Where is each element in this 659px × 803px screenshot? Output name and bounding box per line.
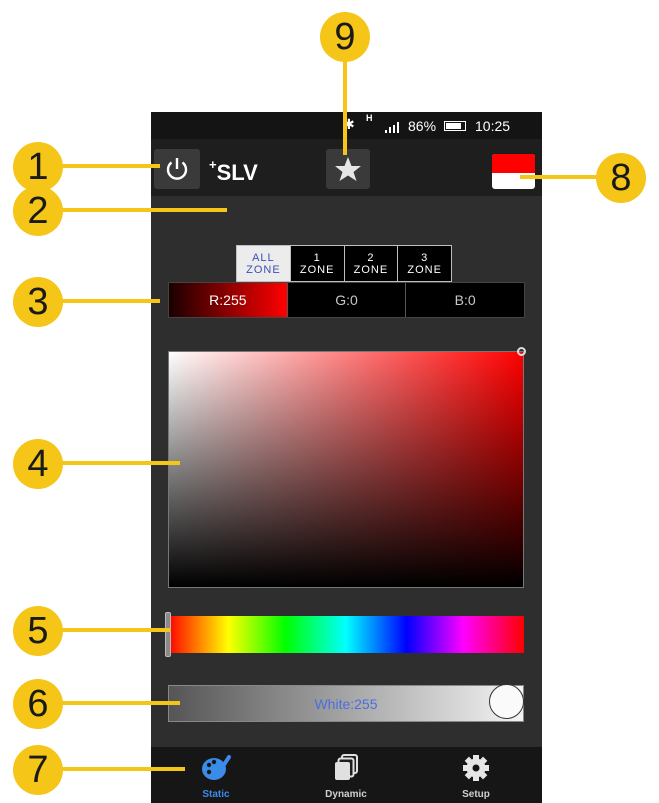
rgb-values: R:255 G:0 B:0 [168, 282, 525, 318]
signal-icon [385, 122, 399, 133]
zone-1-button[interactable]: 1 ZONE [289, 246, 344, 281]
tab-label: Dynamic [325, 789, 367, 800]
callout-7: 7 [13, 745, 63, 795]
power-icon [166, 158, 188, 180]
bottom-tab-bar: Static Dynamic Setup [151, 747, 542, 803]
callout-2: 2 [13, 186, 63, 236]
callout-6: 6 [13, 679, 63, 729]
status-time: 10:25 [475, 118, 511, 134]
hue-slider-handle[interactable] [165, 612, 171, 657]
palette-icon [202, 755, 231, 780]
star-icon [335, 157, 361, 181]
white-value-label: White:255 [314, 696, 378, 712]
tab-label: Static [202, 789, 230, 800]
white-slider[interactable]: White:255 [168, 685, 524, 722]
tab-label: Setup [462, 789, 490, 800]
tab-setup[interactable]: Setup [411, 747, 541, 803]
zone-2-button[interactable]: 2 ZONE [343, 246, 398, 281]
zone-selector: ALL ZONE 1 ZONE 2 ZONE 3 ZONE [236, 245, 452, 282]
callout-8: 8 [596, 153, 646, 203]
zone-3-button[interactable]: 3 ZONE [397, 246, 451, 281]
red-value[interactable]: R:255 [169, 283, 287, 317]
current-color-swatch [492, 154, 535, 174]
layers-icon [335, 754, 358, 780]
picker-handle[interactable] [517, 347, 526, 356]
current-color-preview[interactable] [492, 154, 535, 189]
callout-5: 5 [13, 606, 63, 656]
tab-dynamic[interactable]: Dynamic [281, 747, 411, 803]
favorites-button[interactable] [326, 149, 370, 189]
phone-screen: ✱ H 86% 10:25 +SLV ALL ZONE 1 ZONE 2 ZON… [151, 112, 542, 803]
saturation-brightness-picker[interactable] [168, 351, 524, 588]
hue-slider[interactable] [168, 616, 524, 653]
green-value[interactable]: G:0 [286, 283, 406, 317]
slv-logo: +SLV [209, 157, 258, 185]
callout-1: 1 [13, 142, 63, 192]
white-slider-knob[interactable] [489, 684, 524, 719]
battery-fill [446, 123, 462, 129]
zone-all-button[interactable]: ALL ZONE [237, 246, 290, 281]
callout-4: 4 [13, 439, 63, 489]
network-type: H [366, 113, 373, 123]
callout-3: 3 [13, 277, 63, 327]
power-button[interactable] [154, 149, 200, 189]
blue-value[interactable]: B:0 [405, 283, 524, 317]
gear-icon [463, 755, 489, 781]
battery-icon [444, 121, 466, 131]
callout-9: 9 [320, 12, 370, 62]
tab-static[interactable]: Static [151, 747, 281, 803]
battery-percent: 86% [408, 118, 437, 134]
